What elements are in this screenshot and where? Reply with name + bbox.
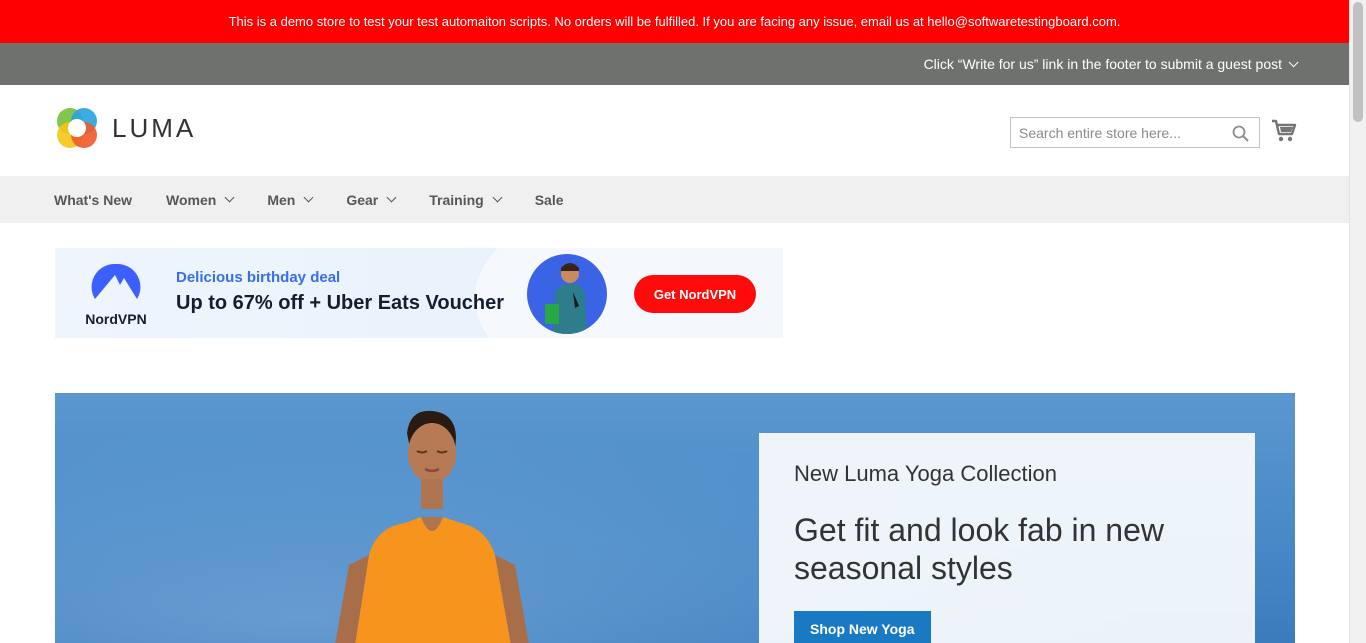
minicart[interactable] [1271,119,1297,148]
shop-new-yoga-button[interactable]: Shop New Yoga [794,611,931,643]
page-scrollbar[interactable] [1349,0,1366,643]
nav-item-women[interactable]: Women [166,192,235,208]
site-header: LUMA [0,85,1349,176]
nav-item-sale[interactable]: Sale [535,192,564,208]
ad-subheading: Delicious birthday deal [176,269,341,286]
nordvpn-brand-text: NordVPN [85,311,147,327]
nordvpn-logo: NordVPN [77,262,155,327]
hero-kicker: New Luma Yoga Collection [794,461,1057,486]
guest-post-text[interactable]: Click “Write for us” link in the footer … [924,56,1282,72]
logo-text: LUMA [112,112,197,143]
shopping-cart-icon[interactable] [1271,119,1297,143]
ad-person-image [527,254,607,334]
luma-logo-icon [57,108,97,148]
luma-logo[interactable]: LUMA [55,106,196,150]
chevron-down-icon[interactable] [224,192,235,203]
nordvpn-ad-banner[interactable]: NordVPN Delicious birthday deal Up to 67… [55,248,783,338]
search-icon[interactable] [1232,125,1249,142]
hero-yoga-woman-image [335,410,529,643]
nav-item-training[interactable]: Training [429,192,503,208]
chevron-down-icon[interactable] [1288,56,1299,67]
nav-item-label[interactable]: Sale [535,192,564,208]
chevron-down-icon[interactable] [303,192,314,203]
nav-item-whats-new[interactable]: What's New [54,192,132,208]
nav-item-label[interactable]: What's New [54,192,132,208]
hero-headline: Get fit and look fab in new seasonal sty… [794,512,1164,586]
demo-store-notice-text: This is a demo store to test your test a… [228,14,1121,29]
nav-item-label[interactable]: Men [267,192,295,208]
nordvpn-mountain-icon [91,263,141,299]
nav-item-label[interactable]: Training [429,192,483,208]
get-nordvpn-button[interactable]: Get NordVPN [634,275,756,313]
chevron-down-icon[interactable] [386,192,397,203]
guest-post-bar[interactable]: Click “Write for us” link in the footer … [0,43,1349,85]
nav-item-gear[interactable]: Gear [346,192,397,208]
search-input[interactable] [1011,118,1259,147]
nav-item-men[interactable]: Men [267,192,314,208]
nav-item-label[interactable]: Gear [346,192,378,208]
main-navigation: What's New Women Men Gear Training Sale [0,176,1349,223]
demo-store-notice: This is a demo store to test your test a… [0,0,1349,43]
search-box [1010,117,1260,148]
ad-heading: Up to 67% off + Uber Eats Voucher [176,292,505,314]
chevron-down-icon[interactable] [492,192,503,203]
hero-promo-panel: New Luma Yoga Collection Get fit and loo… [759,433,1255,643]
nav-item-label[interactable]: Women [166,192,216,208]
scrollbar-thumb[interactable] [1353,2,1363,122]
